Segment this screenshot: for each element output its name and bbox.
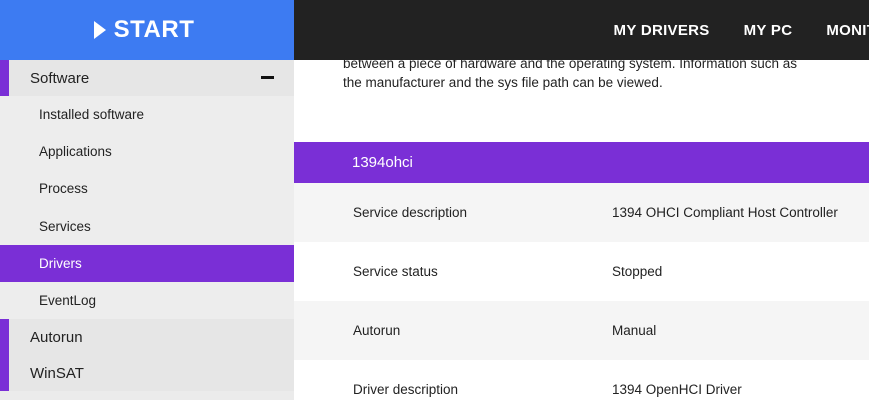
intro-line: between a piece of hardware and the oper… xyxy=(343,60,798,71)
row-key: Service description xyxy=(353,205,468,220)
sidebar-item-applications[interactable]: Applications xyxy=(0,133,294,171)
intro-line: the manufacturer and the sys file path c… xyxy=(343,75,663,90)
sidebar-item-eventlog[interactable]: EventLog xyxy=(0,281,294,320)
play-icon xyxy=(93,21,106,39)
nav-my-pc[interactable]: MY PC xyxy=(744,22,793,39)
driver-details-table: Service description 1394 OHCI Compliant … xyxy=(294,183,869,410)
sidebar: Software Installed software Applications… xyxy=(0,60,294,400)
table-row: Service description 1394 OHCI Compliant … xyxy=(294,183,869,242)
intro-text: between a piece of hardware and the oper… xyxy=(343,60,869,92)
top-bar: START MY DRIVERS MY PC MONITOR xyxy=(0,0,869,60)
sidebar-section-label: WinSAT xyxy=(30,364,84,382)
row-key: Service status xyxy=(353,264,438,279)
sidebar-item-installed-software[interactable]: Installed software xyxy=(0,96,294,134)
sidebar-item-process[interactable]: Process xyxy=(0,170,294,208)
row-key: Autorun xyxy=(353,323,401,338)
sidebar-section-label: Autorun xyxy=(30,328,83,346)
main-content: between a piece of hardware and the oper… xyxy=(294,60,869,410)
table-row: Service status Stopped xyxy=(294,242,869,301)
collapse-icon[interactable] xyxy=(261,76,274,79)
row-value: 1394 OHCI Compliant Host Controller xyxy=(612,205,838,220)
top-navigation: MY DRIVERS MY PC MONITOR xyxy=(294,0,869,60)
nav-my-drivers[interactable]: MY DRIVERS xyxy=(614,22,710,39)
row-value: Manual xyxy=(612,323,657,338)
sidebar-section-software[interactable]: Software xyxy=(0,60,294,96)
driver-name: 1394ohci xyxy=(352,154,413,171)
sidebar-section-winsat[interactable]: WinSAT xyxy=(0,355,294,392)
sidebar-section-label: Software xyxy=(30,69,90,87)
table-row: Autorun Manual xyxy=(294,301,869,360)
row-key: Driver description xyxy=(353,382,459,397)
row-value: 1394 OpenHCI Driver xyxy=(612,382,742,397)
start-label: START xyxy=(113,16,195,43)
table-row: Driver description 1394 OpenHCI Driver xyxy=(294,360,869,410)
sidebar-item-services[interactable]: Services xyxy=(0,207,294,245)
driver-section-header[interactable]: 1394ohci xyxy=(294,142,869,183)
sidebar-item-drivers[interactable]: Drivers xyxy=(0,244,294,282)
row-value: Stopped xyxy=(612,264,663,279)
nav-monitor[interactable]: MONITOR xyxy=(826,22,869,39)
sidebar-section-autorun[interactable]: Autorun xyxy=(0,319,294,356)
start-button[interactable]: START xyxy=(0,0,294,60)
